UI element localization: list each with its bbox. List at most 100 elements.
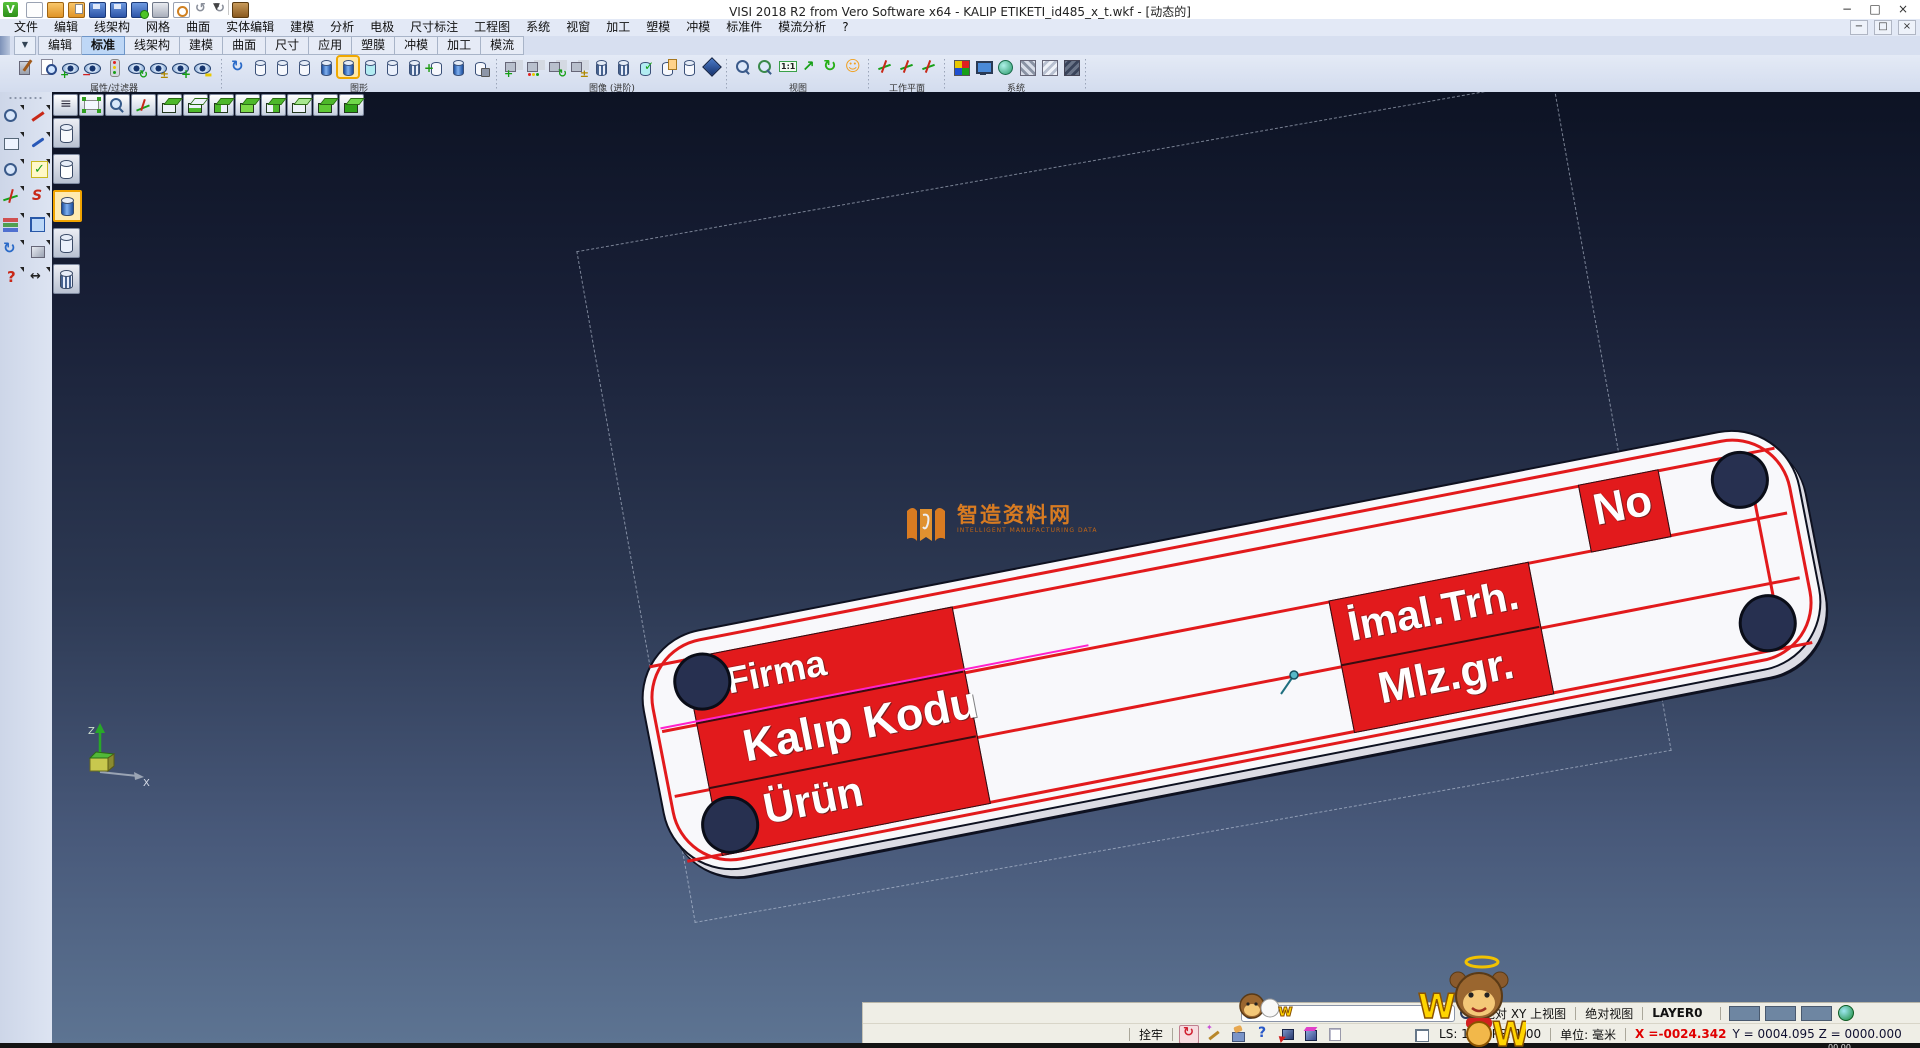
cyl-wrench-icon[interactable] <box>470 57 490 77</box>
eye-refresh-icon[interactable] <box>126 57 146 77</box>
menu-item[interactable]: 塑模 <box>638 19 678 36</box>
globe-grid-icon[interactable] <box>995 57 1015 77</box>
tab-dropdown-button[interactable]: ▼ <box>14 36 36 55</box>
magic-wand-icon[interactable] <box>1205 1025 1223 1042</box>
tab[interactable]: 模流 <box>481 36 524 55</box>
shield-icon[interactable] <box>701 57 721 77</box>
eye-remove-icon[interactable] <box>82 57 102 77</box>
view-top-icon[interactable] <box>157 94 182 116</box>
menu-item[interactable]: 加工 <box>598 19 638 36</box>
pick-hand-icon[interactable] <box>1229 1025 1247 1042</box>
color-swatch[interactable] <box>1765 1006 1796 1021</box>
zoom-window-icon[interactable] <box>755 57 775 77</box>
tab[interactable]: 塑膜 <box>352 36 395 55</box>
transparent-icon[interactable] <box>53 264 80 294</box>
cam-refresh-icon[interactable] <box>547 57 567 77</box>
color-swatch[interactable] <box>1729 1006 1760 1021</box>
menu-item[interactable]: 曲面 <box>178 19 218 36</box>
page-magnifier-icon[interactable] <box>38 57 58 77</box>
sketch-pencil-icon[interactable] <box>27 133 49 153</box>
active-layer-label[interactable]: LAYER0 <box>1646 1006 1708 1020</box>
tab[interactable]: 建模 <box>180 36 223 55</box>
cyl-wire2-icon[interactable] <box>272 57 292 77</box>
menu-item[interactable]: 编辑 <box>46 19 86 36</box>
menu-item[interactable]: 模流分析 <box>770 19 834 36</box>
eye-plusminus-icon[interactable] <box>148 57 168 77</box>
snap-label[interactable]: 拴牢 <box>1133 1026 1169 1043</box>
mdi-close-button[interactable]: × <box>1898 20 1916 35</box>
refresh-view-icon[interactable] <box>228 57 248 77</box>
cam-traffic-icon[interactable] <box>525 57 545 77</box>
context-help2-icon[interactable] <box>1253 1025 1271 1042</box>
cyl-hatch-icon[interactable] <box>404 57 424 77</box>
view-shaded-icon[interactable] <box>339 94 364 116</box>
regen-refresh-icon[interactable] <box>1 241 23 261</box>
cyl-page-icon[interactable] <box>657 57 677 77</box>
cyl-blue-icon[interactable] <box>316 57 336 77</box>
solid-view-icon[interactable] <box>27 241 49 261</box>
cyl-check-icon[interactable] <box>635 57 655 77</box>
minimize-button[interactable]: − <box>1838 2 1856 16</box>
hatch-dark-icon[interactable] <box>1061 57 1081 77</box>
color-grid-icon[interactable] <box>951 57 971 77</box>
menu-icon[interactable] <box>53 94 78 116</box>
view-left-icon[interactable] <box>209 94 234 116</box>
ucs-axes-icon[interactable] <box>1 187 23 207</box>
tab[interactable]: 应用 <box>309 36 352 55</box>
menu-item[interactable]: 冲模 <box>678 19 718 36</box>
traffic-light-icon[interactable] <box>104 57 124 77</box>
hatch-light-icon[interactable] <box>1039 57 1059 77</box>
cyl-wire3-icon[interactable] <box>294 57 314 77</box>
cam-plusminus-icon[interactable] <box>569 57 589 77</box>
cyl-stripe-icon[interactable] <box>613 57 633 77</box>
tab[interactable]: 冲模 <box>395 36 438 55</box>
menu-item[interactable]: 建模 <box>282 19 322 36</box>
arrow-ne-icon[interactable] <box>799 57 819 77</box>
hidden-line-icon[interactable] <box>53 154 80 184</box>
menu-item[interactable]: 实体编辑 <box>218 19 282 36</box>
eye-add-icon[interactable] <box>60 57 80 77</box>
menu-item[interactable]: 尺寸标注 <box>402 19 466 36</box>
axonometric-icon[interactable] <box>131 94 156 116</box>
tab[interactable]: 标准 <box>82 36 125 55</box>
menu-item[interactable]: 线架构 <box>86 19 138 36</box>
zoom-scale-icon[interactable] <box>777 57 797 77</box>
validate-check-icon[interactable] <box>27 160 49 180</box>
menu-item[interactable]: 标准件 <box>718 19 770 36</box>
lock-refresh-icon[interactable] <box>1179 1025 1199 1044</box>
selection-magnifier-icon[interactable] <box>1 106 23 126</box>
zoom-previous-icon[interactable] <box>105 94 130 116</box>
eye-plus-icon[interactable] <box>170 57 190 77</box>
menu-item[interactable]: 电极 <box>362 19 402 36</box>
menu-item[interactable]: 系统 <box>518 19 558 36</box>
eye-minus-icon[interactable] <box>192 57 212 77</box>
layer-manager-icon[interactable] <box>1 214 23 234</box>
absolute-view-label[interactable]: 绝对视图 <box>1579 1005 1639 1022</box>
cyl-add-icon[interactable] <box>426 57 446 77</box>
maximize-button[interactable]: □ <box>1866 2 1884 16</box>
menu-item[interactable]: ? <box>834 19 856 36</box>
cplane-3d-icon[interactable] <box>875 57 895 77</box>
view-front-icon[interactable] <box>235 94 260 116</box>
measure-distance-icon[interactable] <box>27 268 49 288</box>
delete-sketch-icon[interactable] <box>27 106 49 126</box>
cam-axes-icon[interactable] <box>503 57 523 77</box>
menu-item[interactable]: 文件 <box>6 19 46 36</box>
shaded-icon[interactable] <box>53 190 82 222</box>
viewport-3d-canvas[interactable]: 智造资料网 INTELLIGENT MANUFACTURING DATA Fir… <box>52 92 1920 1043</box>
spline-curve-icon[interactable] <box>27 187 49 207</box>
view-bottom-icon[interactable] <box>183 94 208 116</box>
view-iso-icon[interactable] <box>313 94 338 116</box>
menu-item[interactable]: 网格 <box>138 19 178 36</box>
toolbar-grip[interactable] <box>0 36 10 55</box>
mdi-restore-button[interactable]: □ <box>1874 20 1892 35</box>
view-back-icon[interactable] <box>287 94 312 116</box>
zoom-options-icon[interactable] <box>1 160 23 180</box>
cplane-edit-icon[interactable] <box>919 57 939 77</box>
dock-grip[interactable] <box>8 96 44 100</box>
cyl-blue-active-icon[interactable] <box>338 57 358 77</box>
close-button[interactable]: × <box>1894 2 1912 16</box>
shaded-edges-icon[interactable] <box>53 228 80 258</box>
cyl-hatch2-icon[interactable] <box>679 57 699 77</box>
tab[interactable]: 曲面 <box>223 36 266 55</box>
